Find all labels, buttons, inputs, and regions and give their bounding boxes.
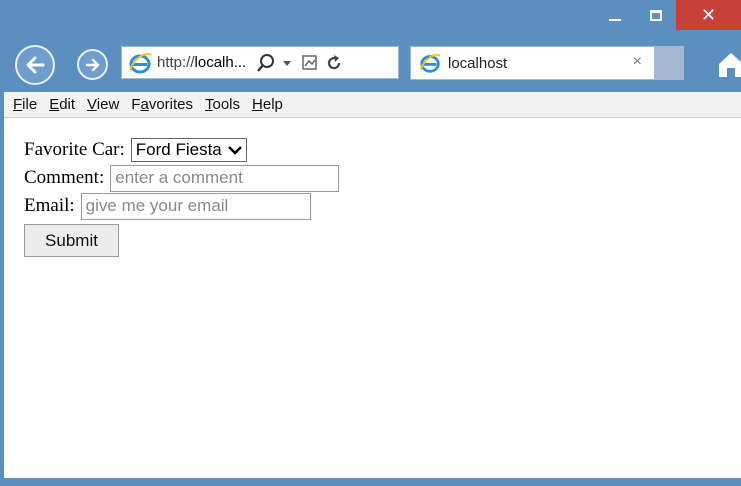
close-icon: ✕ [700,4,717,26]
menu-edit[interactable]: Edit [49,96,75,113]
forward-button[interactable] [77,49,108,80]
tab-localhost[interactable]: localhost × [410,46,655,80]
browser-window: ✕ http://localh... localhost × File Edit… [0,0,741,486]
refresh-icon[interactable] [325,54,343,72]
menu-help[interactable]: Help [252,96,283,113]
car-row: Favorite Car: Ford Fiesta [24,136,339,164]
search-icon[interactable] [256,53,276,73]
navigation-bar: http://localh... localhost × [0,40,741,90]
page-content: Favorite Car: Ford Fiesta Comment: Email… [4,118,741,478]
title-bar: ✕ [0,0,741,38]
compatibility-view-icon[interactable] [301,54,319,72]
ie-logo-icon [129,52,152,73]
menu-tools[interactable]: Tools [205,96,240,113]
close-button[interactable]: ✕ [676,0,741,30]
car-select[interactable]: Ford Fiesta [130,138,247,162]
new-tab-button[interactable] [655,46,684,80]
minimize-button[interactable] [595,0,635,30]
comment-input[interactable] [110,164,340,192]
home-icon[interactable] [717,50,741,78]
ie-logo-icon [419,53,441,73]
comment-label: Comment: [24,167,105,188]
comment-row: Comment: [24,164,340,192]
tab-close-icon[interactable]: × [633,53,642,71]
maximize-icon [650,9,662,21]
back-button[interactable] [15,45,55,85]
maximize-button[interactable] [636,0,676,30]
menu-bar: File Edit View Favorites Tools Help [4,92,741,118]
car-label: Favorite Car: [24,139,125,160]
address-text[interactable]: http://localh... [157,54,246,71]
dropdown-arrow-icon[interactable] [282,58,292,68]
car-select-value: Ford Fiesta [135,140,222,159]
back-arrow-icon [26,56,45,74]
minimize-icon [609,19,621,21]
menu-file[interactable]: File [13,96,37,113]
car-form: Favorite Car: Ford Fiesta Comment: Email… [24,136,340,257]
tab-title: localhost [448,54,508,72]
menu-view[interactable]: View [87,96,119,113]
submit-button[interactable]: Submit [24,224,119,257]
email-input[interactable] [80,192,311,220]
chevron-down-icon [227,146,242,155]
window-bottom-border [0,478,741,486]
email-row: Email: [24,192,339,220]
menu-favorites[interactable]: Favorites [131,96,193,113]
address-bar[interactable]: http://localh... [121,46,399,79]
email-label: Email: [24,195,75,216]
forward-arrow-icon [85,58,99,71]
